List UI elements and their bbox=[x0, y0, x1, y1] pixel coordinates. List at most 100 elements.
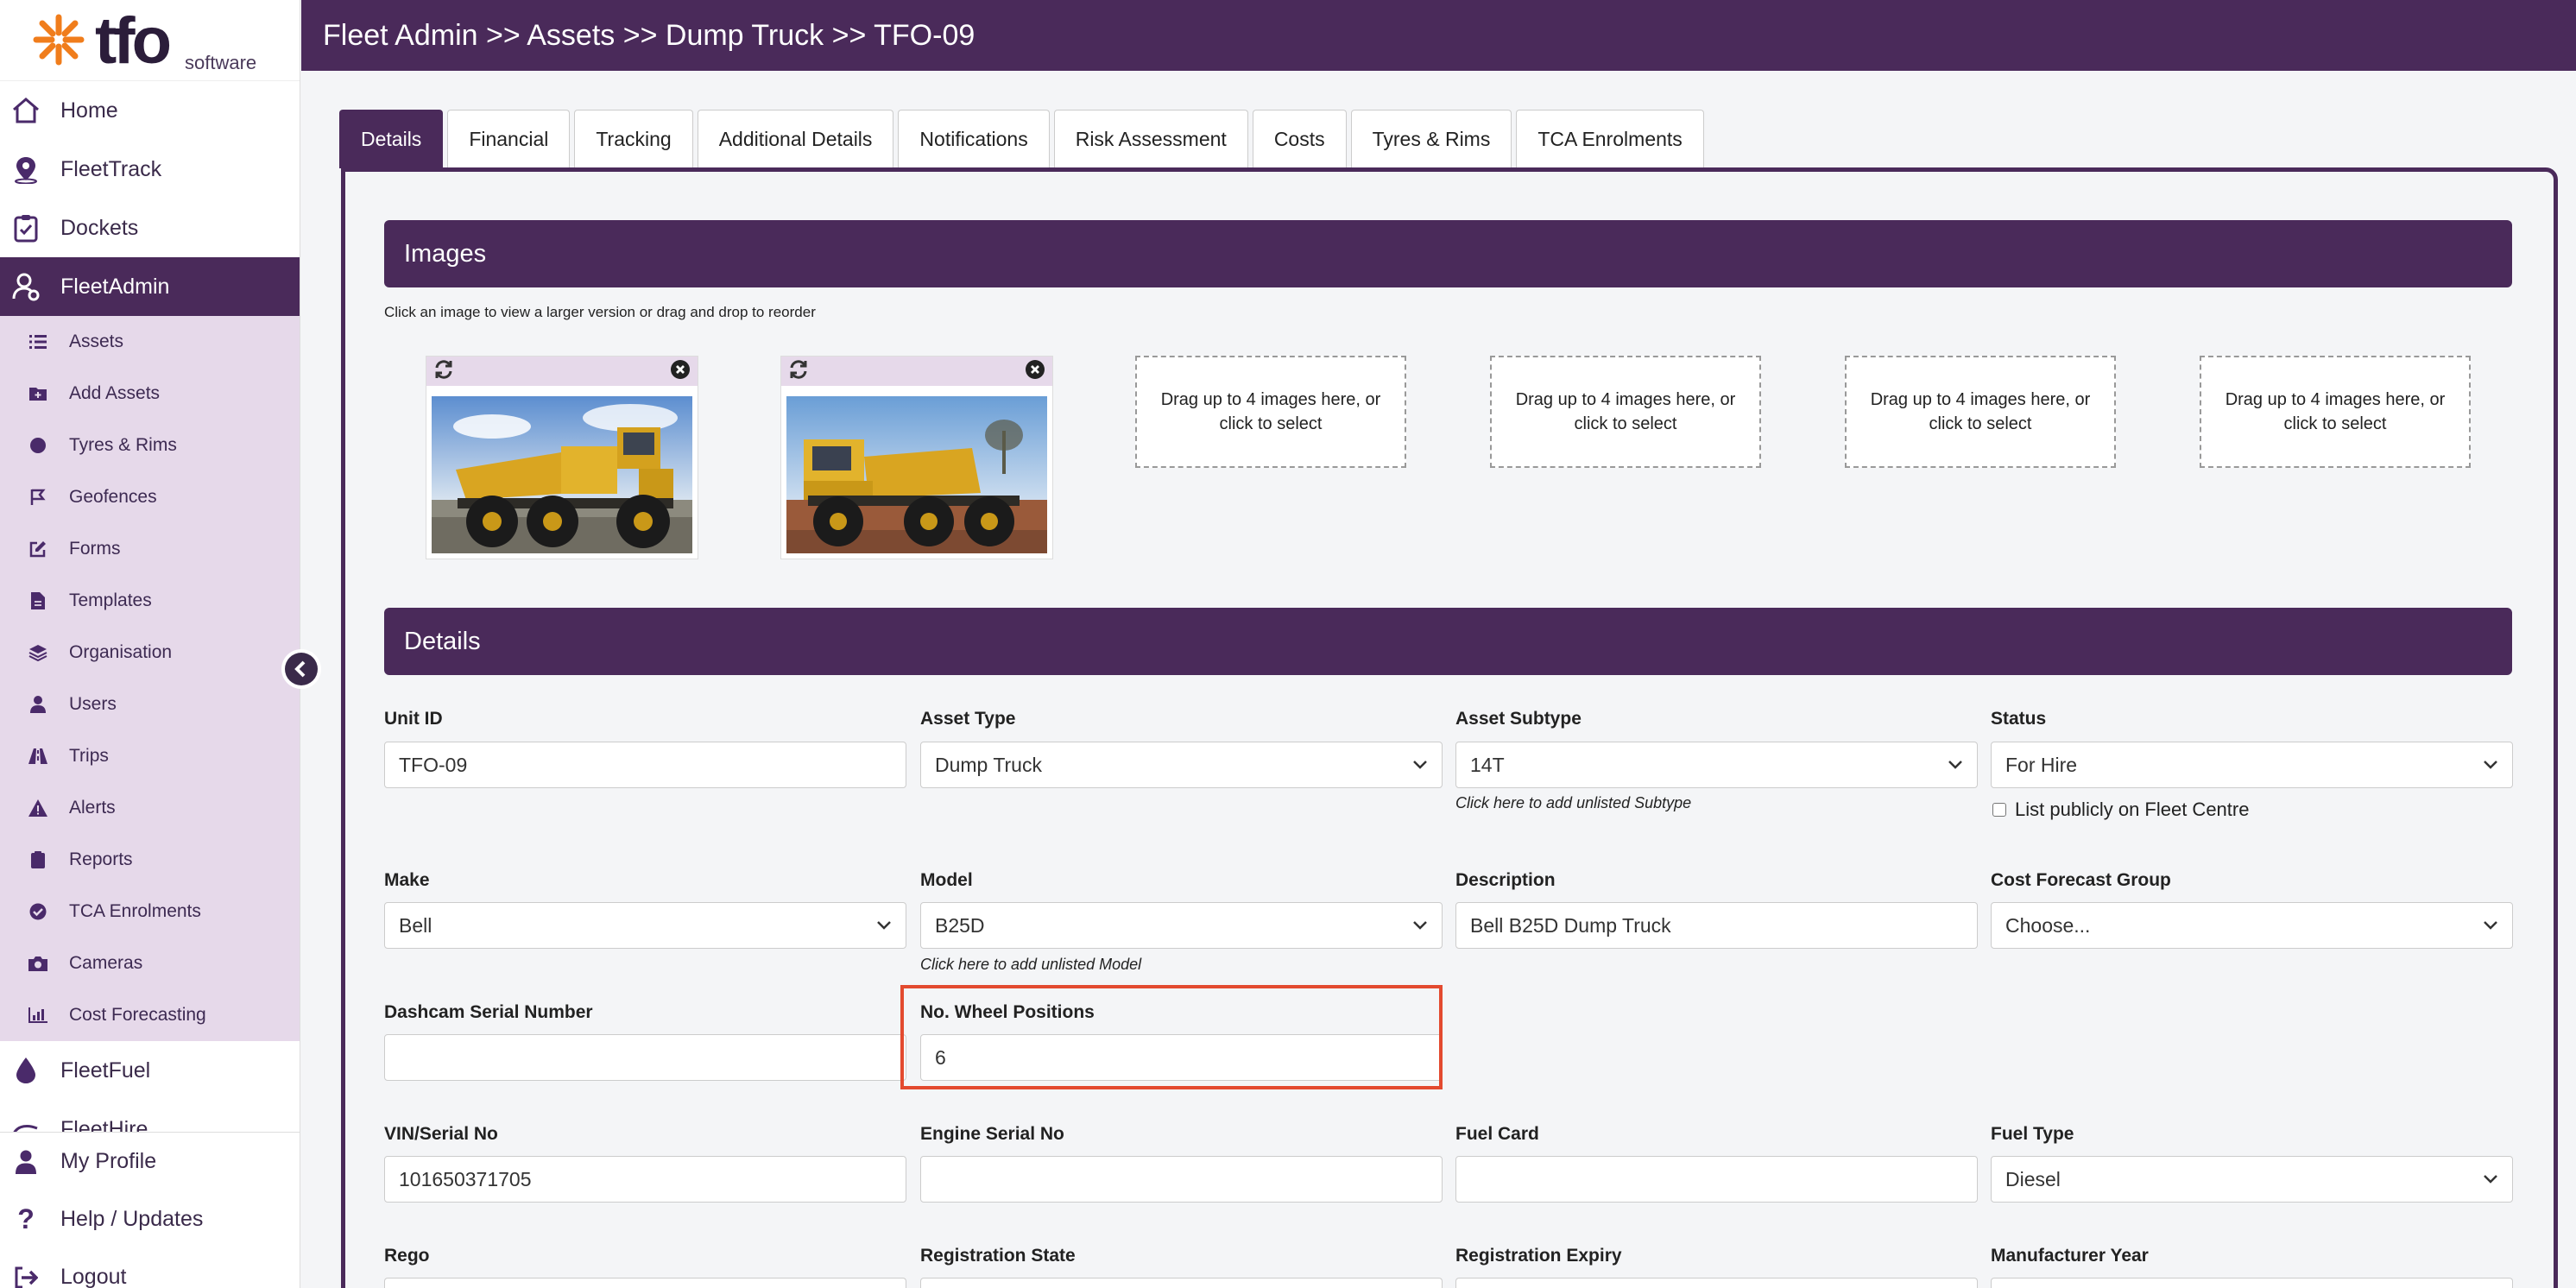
wheel-positions-input[interactable] bbox=[920, 1034, 1443, 1081]
image-drop-zone[interactable]: Drag up to 4 images here, or click to se… bbox=[1490, 356, 1761, 468]
clipboard-icon bbox=[28, 851, 48, 868]
chevron-down-icon bbox=[1948, 761, 1962, 769]
rego-input[interactable] bbox=[384, 1278, 906, 1288]
rotate-icon[interactable] bbox=[788, 359, 809, 384]
sidebar: tfo software Home FleetTrack Dockets Fle… bbox=[0, 0, 300, 1288]
edit-icon bbox=[28, 540, 48, 558]
remove-image-icon[interactable] bbox=[1025, 359, 1045, 384]
image-drop-zone[interactable]: Drag up to 4 images here, or click to se… bbox=[2200, 356, 2471, 468]
sidebar-item-trips[interactable]: Trips bbox=[0, 730, 300, 782]
image-drop-zone[interactable]: Drag up to 4 images here, or click to se… bbox=[1135, 356, 1406, 468]
tab-tyres-rims[interactable]: Tyres & Rims bbox=[1350, 110, 1512, 168]
sidebar-item-label: Logout bbox=[60, 1265, 127, 1288]
add-unlisted-model-link[interactable]: Click here to add unlisted Model bbox=[920, 956, 1141, 974]
registration-expiry-input[interactable] bbox=[1455, 1278, 1978, 1288]
sidebar-item-help-updates[interactable]: ? Help / Updates bbox=[0, 1190, 300, 1248]
description-input[interactable] bbox=[1455, 902, 1978, 949]
chevron-down-icon bbox=[2484, 761, 2497, 769]
tab-financial[interactable]: Financial bbox=[447, 110, 571, 168]
sidebar-item-my-profile[interactable]: My Profile bbox=[0, 1133, 300, 1190]
sidebar-item-geofences[interactable]: Geofences bbox=[0, 471, 300, 523]
tab-details[interactable]: Details bbox=[339, 110, 444, 168]
chevron-down-icon bbox=[1413, 921, 1427, 930]
fuel-drop-icon bbox=[5, 1053, 47, 1088]
images-hint: Click an image to view a larger version … bbox=[384, 304, 816, 320]
make-value: Bell bbox=[399, 913, 432, 937]
home-icon bbox=[5, 93, 47, 128]
unit-id-input[interactable] bbox=[384, 742, 906, 788]
dashcam-serial-input[interactable] bbox=[384, 1034, 906, 1081]
breadcrumb: Fleet Admin >> Assets >> Dump Truck >> T… bbox=[323, 18, 975, 52]
checkbox-box[interactable] bbox=[1992, 803, 2006, 817]
sidebar-item-organisation[interactable]: Organisation bbox=[0, 627, 300, 679]
engine-serial-input[interactable] bbox=[920, 1156, 1443, 1203]
vin-input[interactable] bbox=[384, 1156, 906, 1203]
sidebar-item-assets[interactable]: Assets bbox=[0, 316, 300, 368]
sidebar-item-logout[interactable]: Logout bbox=[0, 1248, 300, 1288]
rotate-icon[interactable] bbox=[433, 359, 454, 384]
dump-truck-photo[interactable] bbox=[786, 396, 1047, 553]
sidebar-item-templates[interactable]: Templates bbox=[0, 575, 300, 627]
sidebar-item-tca-enrolments[interactable]: TCA Enrolments bbox=[0, 886, 300, 938]
tab-risk-assessment[interactable]: Risk Assessment bbox=[1053, 110, 1248, 168]
sidebar-item-alerts[interactable]: Alerts bbox=[0, 782, 300, 834]
sidebar-item-reports[interactable]: Reports bbox=[0, 834, 300, 886]
fleetadmin-submenu: Assets Add Assets Tyres & Rims Geofences… bbox=[0, 316, 300, 1041]
tab-tracking[interactable]: Tracking bbox=[574, 110, 693, 168]
chevron-down-icon bbox=[877, 921, 891, 930]
remove-image-icon[interactable] bbox=[670, 359, 691, 384]
sidebar-item-label: Home bbox=[60, 98, 118, 123]
sidebar-item-add-assets[interactable]: Add Assets bbox=[0, 368, 300, 420]
sidebar-item-fleettrack[interactable]: FleetTrack bbox=[0, 140, 300, 199]
fuel-card-input[interactable] bbox=[1455, 1156, 1978, 1203]
add-unlisted-subtype-link[interactable]: Click here to add unlisted Subtype bbox=[1455, 794, 1691, 812]
check-circle-icon bbox=[28, 903, 48, 920]
asset-type-select[interactable]: Dump Truck bbox=[920, 742, 1443, 788]
tab-costs[interactable]: Costs bbox=[1252, 110, 1347, 168]
sidebar-item-fleetfuel[interactable]: FleetFuel bbox=[0, 1041, 300, 1100]
sidebar-item-fleetadmin[interactable]: FleetAdmin bbox=[0, 257, 300, 316]
image-drop-zone[interactable]: Drag up to 4 images here, or click to se… bbox=[1845, 356, 2116, 468]
sidebar-collapse-button[interactable] bbox=[281, 649, 321, 689]
cost-forecast-group-value: Choose... bbox=[2005, 913, 2091, 937]
dump-truck-photo[interactable] bbox=[432, 396, 692, 553]
sidebar-item-label: Templates bbox=[69, 590, 152, 610]
tab-tca-enrolments[interactable]: TCA Enrolments bbox=[1516, 110, 1704, 168]
asset-subtype-value: 14T bbox=[1470, 753, 1505, 776]
sidebar-item-forms[interactable]: Forms bbox=[0, 523, 300, 575]
vin-label: VIN/Serial No bbox=[384, 1124, 498, 1144]
tab-additional-details[interactable]: Additional Details bbox=[697, 110, 894, 168]
road-icon bbox=[28, 748, 48, 764]
asset-subtype-select[interactable]: 14T bbox=[1455, 742, 1978, 788]
cost-forecast-group-select[interactable]: Choose... bbox=[1991, 902, 2513, 949]
model-select[interactable]: B25D bbox=[920, 902, 1443, 949]
sidebar-item-label: FleetTrack bbox=[60, 156, 162, 181]
tfo-logo[interactable]: tfo software bbox=[0, 0, 300, 81]
unit-id-label: Unit ID bbox=[384, 709, 443, 729]
sidebar-item-label: Geofences bbox=[69, 487, 157, 507]
logo-subtext: software bbox=[185, 52, 257, 73]
list-publicly-checkbox[interactable]: List publicly on Fleet Centre bbox=[1992, 799, 2249, 821]
sidebar-item-tyres-rims[interactable]: Tyres & Rims bbox=[0, 420, 300, 471]
asset-image-card[interactable] bbox=[426, 356, 698, 559]
status-select[interactable]: For Hire bbox=[1991, 742, 2513, 788]
sidebar-item-home[interactable]: Home bbox=[0, 81, 300, 140]
fuel-type-select[interactable]: Diesel bbox=[1991, 1156, 2513, 1203]
description-label: Description bbox=[1455, 870, 1556, 890]
status-label: Status bbox=[1991, 709, 2047, 729]
sidebar-bottom-menu: My Profile ? Help / Updates Logout bbox=[0, 1132, 300, 1288]
registration-state-select[interactable] bbox=[920, 1278, 1443, 1288]
sidebar-item-cameras[interactable]: Cameras bbox=[0, 938, 300, 989]
make-select[interactable]: Bell bbox=[384, 902, 906, 949]
chevron-down-icon bbox=[2484, 1175, 2497, 1184]
sidebar-item-users[interactable]: Users bbox=[0, 679, 300, 730]
sidebar-item-cost-forecasting[interactable]: Cost Forecasting bbox=[0, 989, 300, 1041]
camera-icon bbox=[28, 956, 48, 971]
clipboard-check-icon bbox=[5, 211, 47, 245]
manufacturer-year-input[interactable] bbox=[1991, 1278, 2513, 1288]
engine-serial-label: Engine Serial No bbox=[920, 1124, 1064, 1144]
chevron-down-icon bbox=[2484, 921, 2497, 930]
sidebar-item-dockets[interactable]: Dockets bbox=[0, 199, 300, 257]
asset-image-card[interactable] bbox=[780, 356, 1053, 559]
tab-notifications[interactable]: Notifications bbox=[898, 110, 1050, 168]
